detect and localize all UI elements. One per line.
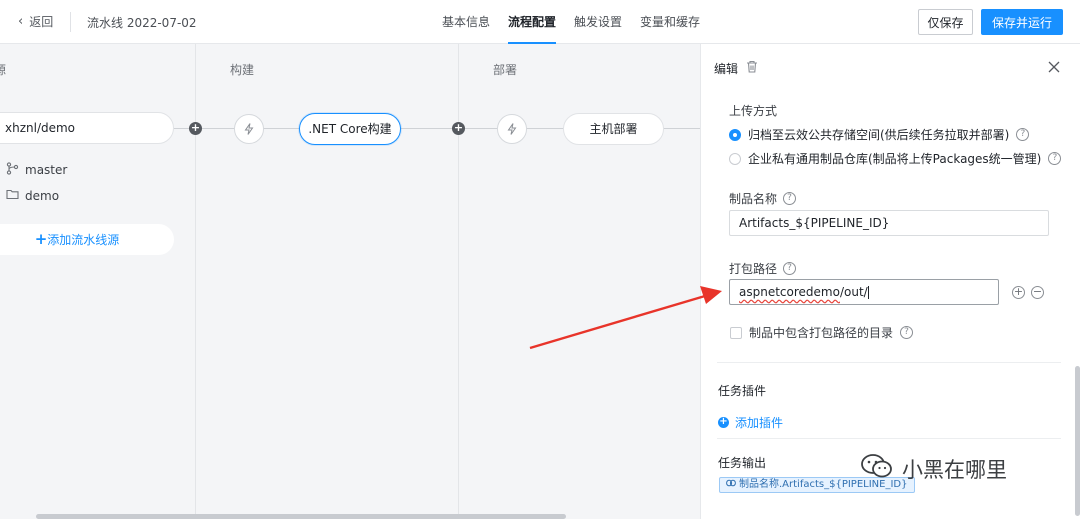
tab-variables-cache[interactable]: 变量和缓存 <box>640 0 700 44</box>
edit-panel: 编辑 上传方式 归档至云效公共存储空间(供后续任务拉取并部署) ? 企业私有通用… <box>700 44 1080 519</box>
horizontal-scrollbar[interactable] <box>36 514 566 519</box>
output-title: 任务输出 <box>718 456 767 470</box>
back-label: 返回 <box>29 15 54 29</box>
folder-name: demo <box>25 188 60 203</box>
stage-title-build: 构建 <box>230 63 255 77</box>
source-repo-card[interactable]: xhznl/demo <box>0 112 174 144</box>
pack-path-text: 打包路径 <box>729 262 778 276</box>
close-icon[interactable] <box>1048 58 1060 77</box>
link-icon <box>726 478 736 492</box>
tab-pipeline-config[interactable]: 流程配置 <box>508 0 557 44</box>
connector-line <box>664 128 700 129</box>
plus-icon: + <box>718 416 729 428</box>
top-bar: ‹ 返回 流水线 2022-07-02 基本信息 流程配置 触发设置 变量和缓存… <box>0 0 1080 44</box>
radio-public-storage[interactable]: 归档至云效公共存储空间(供后续任务拉取并部署) ? <box>729 126 1030 143</box>
artifact-name-input[interactable]: Artifacts_${PIPELINE_ID} <box>729 210 1049 236</box>
vertical-scrollbar[interactable] <box>1075 366 1080 516</box>
question-circle-icon[interactable]: ? <box>783 262 797 275</box>
trash-icon[interactable] <box>746 60 758 77</box>
remove-path-button[interactable]: − <box>1031 286 1044 299</box>
artifact-name-label: 制品名称 ? <box>729 190 797 207</box>
pipeline-name: 流水线 2022-07-02 <box>87 16 197 30</box>
lightning-icon[interactable] <box>497 114 527 144</box>
divider <box>717 438 1061 439</box>
include-dir-checkbox-row[interactable]: 制品中包含打包路径的目录 ? <box>730 324 914 341</box>
include-dir-checkbox[interactable] <box>730 326 742 339</box>
source-folder: demo <box>6 188 59 203</box>
include-dir-label: 制品中包含打包路径的目录 <box>749 326 894 340</box>
connector-line <box>527 128 563 129</box>
watermark-text: 小黑在哪里 <box>902 457 1007 482</box>
add-source-label: 添加流水线源 <box>47 233 120 247</box>
radio-button[interactable] <box>729 152 741 165</box>
branch-icon <box>6 162 19 178</box>
build-task-node[interactable]: .NET Core构建 <box>299 113 401 145</box>
chevron-left-icon: ‹ <box>18 14 24 29</box>
back-button[interactable]: ‹ 返回 <box>18 13 53 30</box>
divider <box>70 12 71 32</box>
upload-method-text: 上传方式 <box>729 104 778 118</box>
radio-label: 企业私有通用制品仓库(制品将上传Packages统一管理) <box>748 152 1042 166</box>
pipeline-canvas: 源 构建 部署 xhznl/demo master demo +添加流水线源 +… <box>0 44 700 519</box>
source-repo-name: xhznl/demo <box>5 121 76 135</box>
stage-title-deploy: 部署 <box>493 63 518 77</box>
add-plugin-label: 添加插件 <box>735 416 784 430</box>
stage-divider <box>458 44 459 519</box>
add-stage-button[interactable]: + <box>452 122 465 135</box>
question-circle-icon[interactable]: ? <box>783 192 797 205</box>
save-only-button[interactable]: 仅保存 <box>918 9 973 35</box>
radio-private-repo[interactable]: 企业私有通用制品仓库(制品将上传Packages统一管理) ? <box>729 150 1062 167</box>
watermark: 小黑在哪里 <box>860 452 1007 485</box>
lightning-icon[interactable] <box>234 114 264 144</box>
upload-method-label: 上传方式 <box>729 102 777 119</box>
add-plugin-button[interactable]: + 添加插件 <box>718 414 783 431</box>
tab-bar: 基本信息 流程配置 触发设置 变量和缓存 <box>442 0 700 44</box>
deploy-task-node[interactable]: 主机部署 <box>563 113 664 145</box>
folder-icon <box>6 188 19 203</box>
question-circle-icon[interactable]: ? <box>1016 128 1030 141</box>
stage-title-source: 源 <box>0 63 7 77</box>
source-branch: master <box>6 162 67 178</box>
add-pipeline-source-button[interactable]: +添加流水线源 <box>0 224 174 255</box>
connector-line <box>263 128 299 129</box>
pack-path-value-part: aspnetcoredemo <box>739 285 840 299</box>
radio-button[interactable] <box>729 128 741 141</box>
tab-trigger-settings[interactable]: 触发设置 <box>574 0 622 44</box>
add-path-button[interactable]: + <box>1012 286 1025 299</box>
branch-name: master <box>25 163 68 177</box>
radio-label: 归档至云效公共存储空间(供后续任务拉取并部署) <box>748 128 1010 142</box>
plus-icon: + <box>34 230 48 248</box>
pack-path-input[interactable]: aspnetcoredemo/out/ <box>729 279 999 305</box>
wechat-icon <box>860 452 894 485</box>
question-circle-icon[interactable]: ? <box>1048 152 1062 165</box>
save-and-run-button[interactable]: 保存并运行 <box>981 9 1063 35</box>
text-cursor <box>867 286 869 299</box>
artifact-name-text: 制品名称 <box>729 192 778 206</box>
pack-path-value-part: /out/ <box>839 285 868 299</box>
plugins-title: 任务插件 <box>718 384 767 398</box>
add-stage-button[interactable]: + <box>189 122 202 135</box>
panel-title: 编辑 <box>714 62 739 76</box>
tab-basic-info[interactable]: 基本信息 <box>442 0 490 44</box>
stage-divider <box>195 44 196 519</box>
divider <box>717 362 1061 363</box>
pack-path-label: 打包路径 ? <box>729 260 797 277</box>
question-circle-icon[interactable]: ? <box>900 326 914 339</box>
